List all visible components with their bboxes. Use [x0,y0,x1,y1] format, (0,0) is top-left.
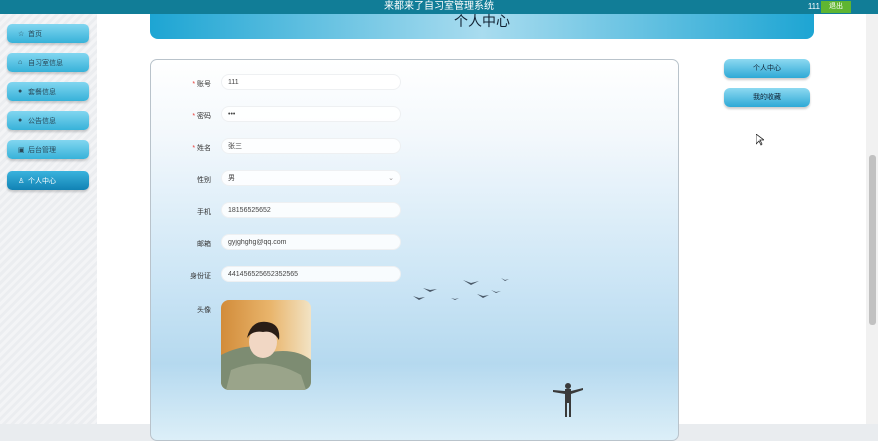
gender-select[interactable]: 男 ⌄ [221,170,401,186]
sidebar-item-label: 个人中心 [28,177,56,185]
phone-input[interactable] [221,202,401,218]
sidebar: ☆ 首页 ⌂ 自习室信息 ● 套餐信息 ● 公告信息 ▣ 后台管理 ♙ 个人中心 [0,14,97,424]
email-label: 邮箱 [197,241,211,248]
name-label: * 姓名 [192,145,211,152]
user-icon: ♙ [18,177,25,185]
sidebar-item-package[interactable]: ● 套餐信息 [7,82,89,101]
name-input[interactable] [221,138,401,154]
profile-form-card: * 账号 * 密码 * 姓名 性别 男 ⌄ 手机 邮箱 身份证 头像 [150,59,679,441]
page-title: 个人中心 [454,13,510,29]
sidebar-item-home[interactable]: ☆ 首页 [7,24,89,43]
chevron-down-icon: ⌄ [388,175,394,182]
avatar-photo [221,300,311,390]
sidebar-item-label: 套餐信息 [28,88,56,96]
id-card-input[interactable] [221,266,401,282]
sidebar-item-label: 公告信息 [28,117,56,125]
sidebar-item-profile[interactable]: ♙ 个人中心 [7,171,89,190]
sidebar-item-study-room[interactable]: ⌂ 自习室信息 [7,53,89,72]
page-scrollbar-thumb[interactable] [869,155,876,325]
main-content: 个人中心 * 账号 111 * 密码 ••• * 姓名 张三 性别 男 ⌄ 手机… [97,13,866,441]
account-input[interactable] [221,74,401,90]
right-menu-profile-button[interactable]: 个人中心 [724,59,810,78]
password-input[interactable] [221,106,401,122]
circle-icon: ● [18,88,23,95]
right-menu-favorites-button[interactable]: 我的收藏 [724,88,810,107]
help-circle-icon: ● [18,117,23,124]
page-header-band: 个人中心 [150,13,814,39]
sidebar-item-admin[interactable]: ▣ 后台管理 [7,140,89,159]
building-icon: ⌂ [18,59,23,66]
star-icon: ☆ [18,30,25,38]
phone-label: 手机 [197,209,211,216]
calendar-icon: ▣ [18,146,25,154]
sidebar-item-label: 自习室信息 [28,59,63,67]
email-input[interactable] [221,234,401,250]
password-label: * 密码 [192,113,211,120]
gender-value: 男 [228,175,235,182]
mouse-cursor-icon [756,134,764,146]
id-card-label: 身份证 [190,273,211,280]
gender-label: 性别 [197,177,211,184]
avatar-image[interactable] [221,300,311,390]
avatar-label: 头像 [197,307,211,314]
account-label: * 账号 [192,81,211,88]
logout-button[interactable]: 退出 [821,1,851,13]
sidebar-item-label: 后台管理 [28,146,56,154]
sidebar-item-notice[interactable]: ● 公告信息 [7,111,89,130]
sidebar-item-label: 首页 [28,30,42,38]
